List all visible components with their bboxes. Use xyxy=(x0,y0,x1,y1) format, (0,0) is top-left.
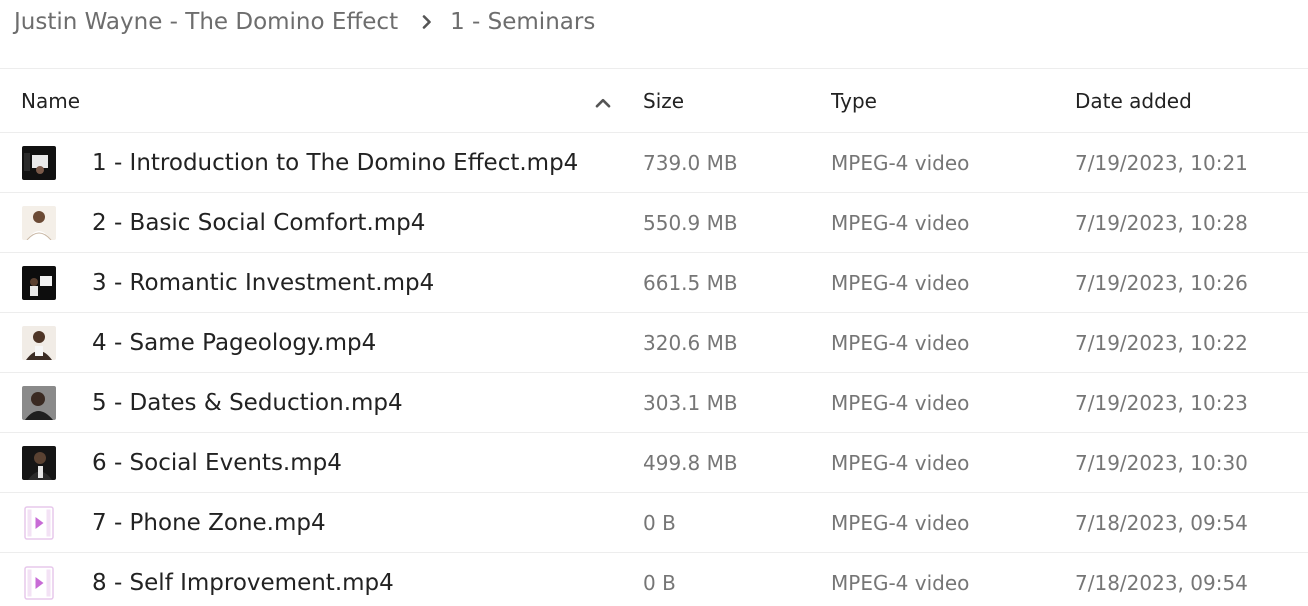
file-size: 550.9 MB xyxy=(643,210,738,235)
breadcrumb-parent[interactable]: Justin Wayne - The Domino Effect xyxy=(14,9,398,35)
file-type: MPEG-4 video xyxy=(831,270,970,295)
column-header-size[interactable]: Size xyxy=(643,69,831,133)
file-name[interactable]: 4 - Same Pageology.mp4 xyxy=(92,330,376,356)
file-date-added: 7/19/2023, 10:30 xyxy=(1075,450,1248,475)
file-type: MPEG-4 video xyxy=(831,150,970,175)
video-thumbnail xyxy=(22,445,56,480)
chevron-right-icon xyxy=(422,15,432,29)
file-date-added: 7/19/2023, 10:26 xyxy=(1075,270,1248,295)
column-header-type[interactable]: Type xyxy=(831,69,1075,133)
file-size: 303.1 MB xyxy=(643,390,738,415)
video-thumbnail xyxy=(22,385,56,420)
video-thumbnail xyxy=(22,325,56,360)
video-thumbnail xyxy=(22,205,56,240)
video-file-icon xyxy=(22,505,56,540)
file-name[interactable]: 1 - Introduction to The Domino Effect.mp… xyxy=(92,150,578,176)
table-header: Name Size Type Date added xyxy=(0,68,1308,133)
video-file-icon xyxy=(22,565,56,600)
table-row[interactable]: 4 - Same Pageology.mp4 320.6 MB MPEG-4 v… xyxy=(0,313,1308,373)
file-name[interactable]: 6 - Social Events.mp4 xyxy=(92,450,342,476)
video-thumbnail xyxy=(22,145,56,180)
file-type: MPEG-4 video xyxy=(831,210,970,235)
file-type: MPEG-4 video xyxy=(831,510,970,535)
file-type: MPEG-4 video xyxy=(831,390,970,415)
column-label-name: Name xyxy=(21,88,81,113)
file-name[interactable]: 7 - Phone Zone.mp4 xyxy=(92,510,326,536)
table-row[interactable]: 5 - Dates & Seduction.mp4 303.1 MB MPEG-… xyxy=(0,373,1308,433)
file-name[interactable]: 8 - Self Improvement.mp4 xyxy=(92,570,394,596)
column-header-name[interactable]: Name xyxy=(0,69,643,133)
table-row[interactable]: 6 - Social Events.mp4 499.8 MB MPEG-4 vi… xyxy=(0,433,1308,493)
file-date-added: 7/18/2023, 09:54 xyxy=(1075,570,1248,595)
table-row[interactable]: 8 - Self Improvement.mp4 0 B MPEG-4 vide… xyxy=(0,553,1308,606)
file-date-added: 7/19/2023, 10:22 xyxy=(1075,330,1248,355)
table-row[interactable]: 7 - Phone Zone.mp4 0 B MPEG-4 video 7/18… xyxy=(0,493,1308,553)
file-date-added: 7/18/2023, 09:54 xyxy=(1075,510,1248,535)
video-thumbnail xyxy=(22,265,56,300)
file-name[interactable]: 5 - Dates & Seduction.mp4 xyxy=(92,390,403,416)
column-header-date[interactable]: Date added xyxy=(1075,69,1308,133)
table-row[interactable]: 3 - Romantic Investment.mp4 661.5 MB MPE… xyxy=(0,253,1308,313)
file-name[interactable]: 3 - Romantic Investment.mp4 xyxy=(92,270,434,296)
table-row[interactable]: 1 - Introduction to The Domino Effect.mp… xyxy=(0,133,1308,193)
file-size: 0 B xyxy=(643,510,676,535)
file-table: Name Size Type Date added 1 - Introducti… xyxy=(0,68,1308,606)
file-name[interactable]: 2 - Basic Social Comfort.mp4 xyxy=(92,210,425,236)
file-date-added: 7/19/2023, 10:21 xyxy=(1075,150,1248,175)
file-browser: Justin Wayne - The Domino Effect 1 - Sem… xyxy=(0,0,1308,606)
file-size: 0 B xyxy=(643,570,676,595)
file-type: MPEG-4 video xyxy=(831,330,970,355)
file-size: 320.6 MB xyxy=(643,330,738,355)
file-size: 499.8 MB xyxy=(643,450,738,475)
breadcrumb: Justin Wayne - The Domino Effect 1 - Sem… xyxy=(14,0,595,44)
breadcrumb-current[interactable]: 1 - Seminars xyxy=(450,9,595,35)
file-date-added: 7/19/2023, 10:23 xyxy=(1075,390,1248,415)
file-date-added: 7/19/2023, 10:28 xyxy=(1075,210,1248,235)
file-size: 739.0 MB xyxy=(643,150,738,175)
file-type: MPEG-4 video xyxy=(831,450,970,475)
chevron-up-icon[interactable] xyxy=(595,89,611,113)
file-type: MPEG-4 video xyxy=(831,570,970,595)
table-row[interactable]: 2 - Basic Social Comfort.mp4 550.9 MB MP… xyxy=(0,193,1308,253)
file-size: 661.5 MB xyxy=(643,270,738,295)
